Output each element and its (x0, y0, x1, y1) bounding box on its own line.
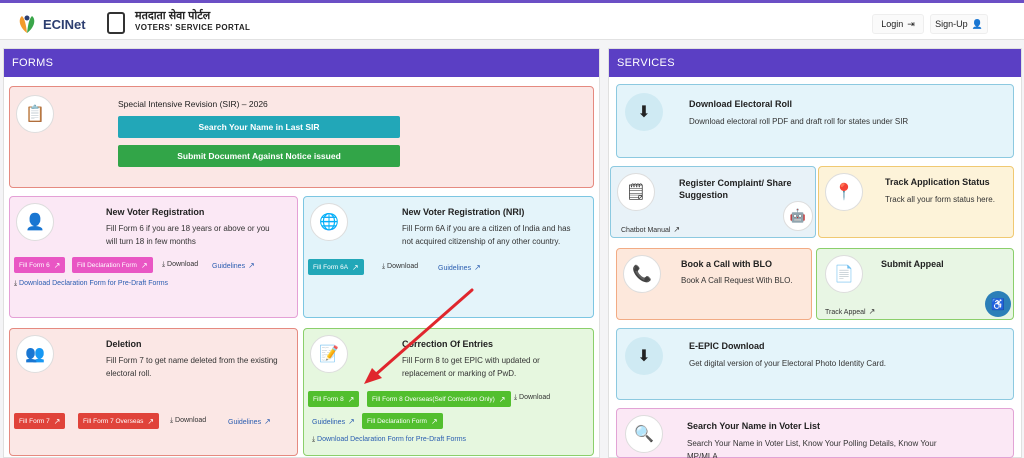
blo-title: Book a Call with BLO (681, 259, 773, 269)
track-location-icon: 📍 (825, 173, 863, 211)
chatbot-manual-label: Chatbot Manual (621, 227, 671, 234)
appeal-title: Submit Appeal (881, 259, 944, 269)
chatbot-manual-link[interactable]: Chatbot Manual ↗ (621, 225, 680, 234)
accessibility-icon[interactable]: ♿ (985, 291, 1011, 317)
search-desc: Search Your Name in Voter List, Know You… (687, 439, 937, 458)
magnifier-icon: 🔍 (625, 415, 663, 453)
arrow-up-right-icon: ↗ (673, 225, 681, 234)
download-icon: ⬇ (625, 93, 663, 131)
search-title: Search Your Name in Voter List (687, 421, 821, 431)
submit-appeal-card[interactable]: 📄 Submit Appeal Track Appeal ↗ ♿ (816, 248, 1014, 320)
book-blo-card[interactable]: 📞 Book a Call with BLO Book A Call Reque… (616, 248, 812, 320)
epic-title: E-EPIC Download (689, 341, 765, 351)
download-roll-card[interactable]: ⬇ Download Electoral Roll Download elect… (616, 84, 1014, 158)
appeal-document-icon: 📄 (825, 255, 863, 293)
search-voter-list-card[interactable]: 🔍 Search Your Name in Voter List Search … (616, 408, 1014, 458)
e-epic-card[interactable]: ⬇ E-EPIC Download Get digital version of… (616, 328, 1014, 400)
download-icon: ⬇ (625, 337, 663, 375)
track-appeal-link[interactable]: Track Appeal ↗ (825, 307, 875, 316)
complaint-title: Register Complaint/ Share Suggestion (679, 178, 792, 200)
roll-title: Download Electoral Roll (689, 99, 793, 109)
chatbot-avatar-icon[interactable]: 🤖 (783, 201, 813, 231)
roll-desc: Download electoral roll PDF and draft ro… (689, 117, 909, 126)
track-title: Track Application Status (885, 177, 990, 187)
track-status-card[interactable]: 📍 Track Application Status Track all you… (818, 166, 1014, 238)
epic-desc: Get digital version of your Electoral Ph… (689, 359, 886, 368)
track-appeal-label: Track Appeal (825, 309, 866, 316)
services-heading: SERVICES (609, 49, 1021, 77)
arrow-up-right-icon: ↗ (868, 307, 876, 316)
blo-desc: Book A Call Request With BLO. (681, 276, 793, 285)
track-desc: Track all your form status here. (885, 195, 995, 204)
complaint-icon: 🗒 (617, 173, 655, 211)
complaint-card[interactable]: 🗒 Register Complaint/ Share Suggestion C… (610, 166, 816, 238)
phone-call-icon: 📞 (623, 255, 661, 293)
